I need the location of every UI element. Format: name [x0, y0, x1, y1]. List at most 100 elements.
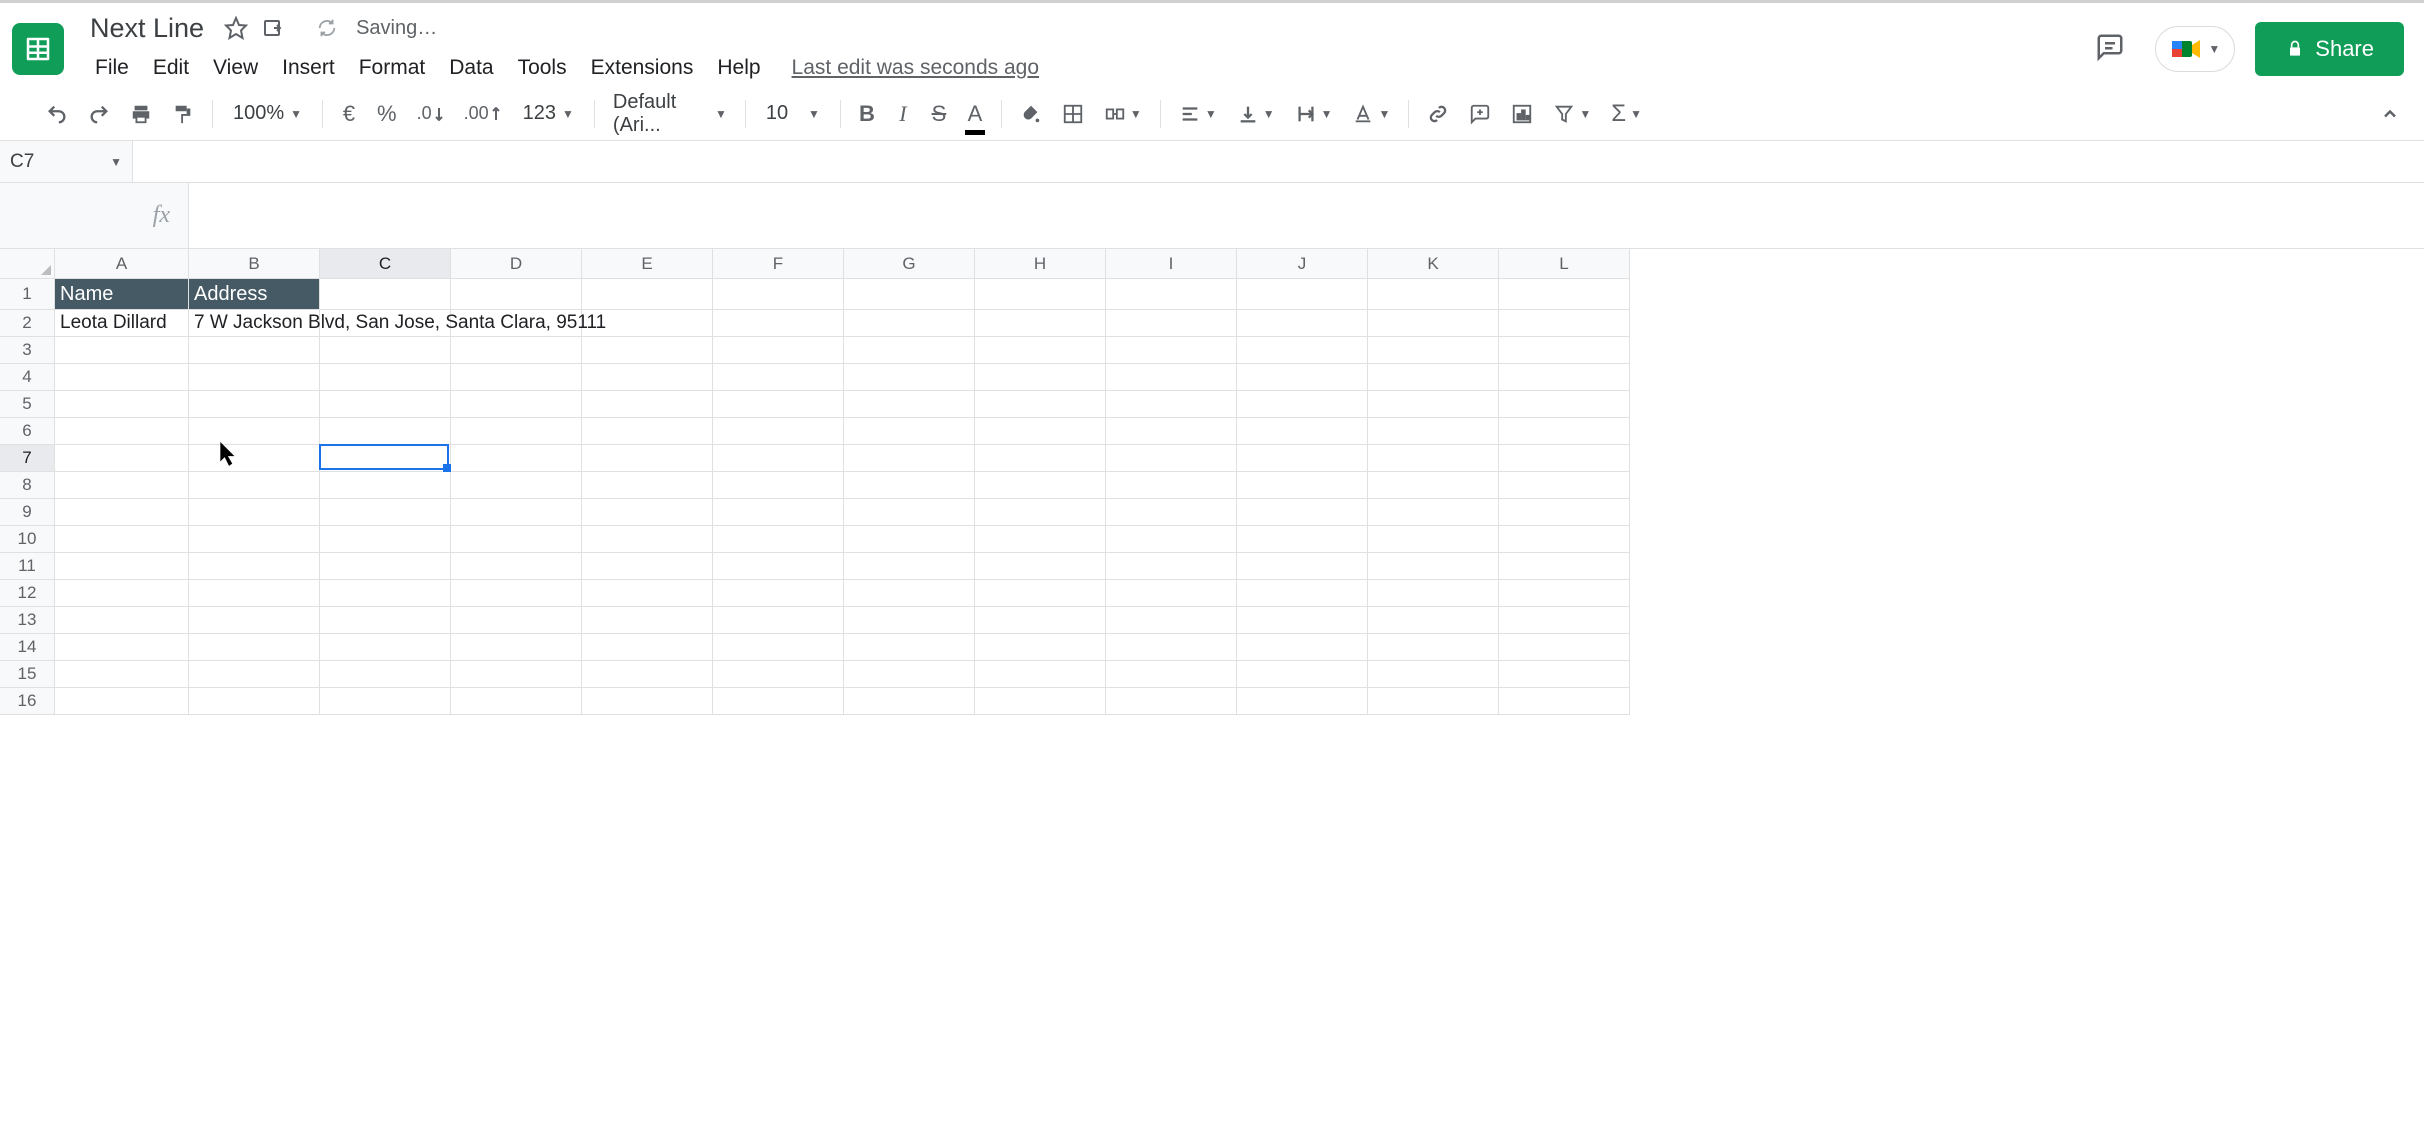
cell-K11[interactable]: [1368, 553, 1499, 580]
cell-B14[interactable]: [189, 634, 320, 661]
cell-A5[interactable]: [55, 391, 189, 418]
cell-J3[interactable]: [1237, 337, 1368, 364]
cell-K3[interactable]: [1368, 337, 1499, 364]
cell-J14[interactable]: [1237, 634, 1368, 661]
cell-G6[interactable]: [844, 418, 975, 445]
cell-G15[interactable]: [844, 661, 975, 688]
cell-I2[interactable]: [1106, 310, 1237, 337]
cell-J9[interactable]: [1237, 499, 1368, 526]
cell-E11[interactable]: [582, 553, 713, 580]
more-formats-button[interactable]: 123 ▼: [513, 96, 584, 131]
cell-L8[interactable]: [1499, 472, 1630, 499]
menu-insert[interactable]: Insert: [271, 50, 346, 86]
col-header-J[interactable]: J: [1237, 249, 1368, 279]
cell-I13[interactable]: [1106, 607, 1237, 634]
insert-link-button[interactable]: [1419, 97, 1457, 131]
cell-C8[interactable]: [320, 472, 451, 499]
cell-K5[interactable]: [1368, 391, 1499, 418]
cell-I10[interactable]: [1106, 526, 1237, 553]
cell-F4[interactable]: [713, 364, 844, 391]
col-header-H[interactable]: H: [975, 249, 1106, 279]
cell-E6[interactable]: [582, 418, 713, 445]
cell-H13[interactable]: [975, 607, 1106, 634]
undo-button[interactable]: [38, 97, 76, 131]
cell-H11[interactable]: [975, 553, 1106, 580]
cell-D9[interactable]: [451, 499, 582, 526]
row-header-8[interactable]: 8: [0, 472, 55, 499]
cell-C10[interactable]: [320, 526, 451, 553]
cell-L15[interactable]: [1499, 661, 1630, 688]
cell-G5[interactable]: [844, 391, 975, 418]
col-header-I[interactable]: I: [1106, 249, 1237, 279]
sheets-logo[interactable]: [12, 23, 64, 75]
cell-E3[interactable]: [582, 337, 713, 364]
cell-H9[interactable]: [975, 499, 1106, 526]
font-size-select[interactable]: 10 ▼: [756, 96, 830, 131]
menu-file[interactable]: File: [84, 50, 140, 86]
cell-E7[interactable]: [582, 445, 713, 472]
cell-L9[interactable]: [1499, 499, 1630, 526]
cell-K8[interactable]: [1368, 472, 1499, 499]
cell-K2[interactable]: [1368, 310, 1499, 337]
col-header-D[interactable]: D: [451, 249, 582, 279]
menu-edit[interactable]: Edit: [142, 50, 200, 86]
cell-K4[interactable]: [1368, 364, 1499, 391]
cell-J8[interactable]: [1237, 472, 1368, 499]
cell-F11[interactable]: [713, 553, 844, 580]
cell-G2[interactable]: [844, 310, 975, 337]
strikethrough-button[interactable]: S: [923, 95, 955, 133]
cell-I12[interactable]: [1106, 580, 1237, 607]
cell-C11[interactable]: [320, 553, 451, 580]
cell-B4[interactable]: [189, 364, 320, 391]
name-box[interactable]: C7 ▼: [0, 141, 133, 182]
cell-F8[interactable]: [713, 472, 844, 499]
cell-C13[interactable]: [320, 607, 451, 634]
cell-E15[interactable]: [582, 661, 713, 688]
col-header-A[interactable]: A: [55, 249, 189, 279]
cell-H4[interactable]: [975, 364, 1106, 391]
cell-F12[interactable]: [713, 580, 844, 607]
cell-K16[interactable]: [1368, 688, 1499, 715]
cell-K9[interactable]: [1368, 499, 1499, 526]
cell-E14[interactable]: [582, 634, 713, 661]
cell-I15[interactable]: [1106, 661, 1237, 688]
move-icon[interactable]: [262, 16, 286, 40]
cell-J1[interactable]: [1237, 279, 1368, 310]
cell-B6[interactable]: [189, 418, 320, 445]
cell-C3[interactable]: [320, 337, 451, 364]
cell-L2[interactable]: [1499, 310, 1630, 337]
cell-F5[interactable]: [713, 391, 844, 418]
cell-D8[interactable]: [451, 472, 582, 499]
formula-input[interactable]: [189, 183, 2424, 248]
cell-K10[interactable]: [1368, 526, 1499, 553]
cell-B16[interactable]: [189, 688, 320, 715]
cell-A8[interactable]: [55, 472, 189, 499]
cell-B1[interactable]: Address: [189, 279, 320, 310]
paint-format-button[interactable]: [164, 97, 202, 131]
insert-chart-button[interactable]: [1503, 97, 1541, 131]
filter-button[interactable]: ▼: [1545, 97, 1599, 131]
cell-J12[interactable]: [1237, 580, 1368, 607]
text-color-button[interactable]: A: [959, 95, 991, 133]
select-all-corner[interactable]: [0, 249, 55, 279]
borders-button[interactable]: [1054, 97, 1092, 131]
col-header-E[interactable]: E: [582, 249, 713, 279]
cell-B11[interactable]: [189, 553, 320, 580]
cell-F1[interactable]: [713, 279, 844, 310]
horizontal-align-button[interactable]: ▼: [1171, 97, 1225, 131]
document-title[interactable]: Next Line: [84, 11, 210, 46]
cell-F14[interactable]: [713, 634, 844, 661]
cell-F10[interactable]: [713, 526, 844, 553]
cell-L13[interactable]: [1499, 607, 1630, 634]
cell-J4[interactable]: [1237, 364, 1368, 391]
cell-H14[interactable]: [975, 634, 1106, 661]
cell-J2[interactable]: [1237, 310, 1368, 337]
col-header-B[interactable]: B: [189, 249, 320, 279]
row-header-14[interactable]: 14: [0, 634, 55, 661]
cell-J7[interactable]: [1237, 445, 1368, 472]
cell-D6[interactable]: [451, 418, 582, 445]
cell-B10[interactable]: [189, 526, 320, 553]
cell-J13[interactable]: [1237, 607, 1368, 634]
cell-B2[interactable]: 7 W Jackson Blvd, San Jose, Santa Clara,…: [189, 310, 320, 337]
cell-I1[interactable]: [1106, 279, 1237, 310]
